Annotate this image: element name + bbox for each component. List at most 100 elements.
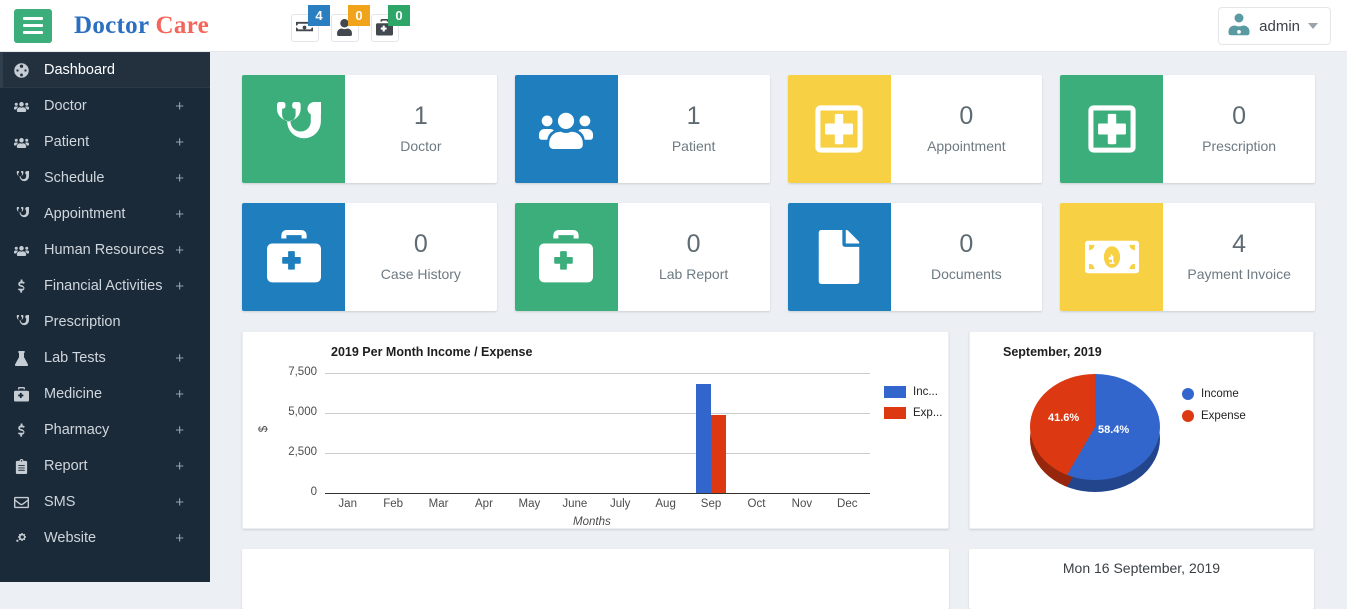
sidebar-expand-icon[interactable]: + (175, 279, 184, 294)
bar-chart-x-tick: May (507, 498, 551, 510)
badge-invoice[interactable]: 4 (291, 14, 319, 42)
menu-toggle-button[interactable] (14, 9, 52, 43)
badge-count-patient: 0 (348, 5, 370, 26)
sidebar-expand-icon[interactable]: + (175, 387, 184, 402)
stat-card-appointment[interactable]: 0Appointment (788, 75, 1043, 183)
users-icon (14, 243, 38, 258)
legend-label: Income (1201, 388, 1239, 400)
hamburger-line (23, 31, 43, 34)
envelope-icon (14, 495, 38, 510)
sidebar-item-patient[interactable]: Patient+ (0, 124, 210, 160)
stat-card-count: 1 (687, 104, 701, 129)
sidebar-expand-icon[interactable]: + (175, 135, 184, 150)
income-expense-bar-chart-panel: 2019 Per Month Income / Expense $ Months… (242, 331, 949, 529)
bar-chart-x-tick: Nov (780, 498, 824, 510)
sidebar-expand-icon[interactable]: + (175, 423, 184, 438)
stat-card-patient[interactable]: 1Patient (515, 75, 770, 183)
stat-card-body: 1Doctor (345, 75, 497, 183)
sidebar-item-prescription[interactable]: Prescription (0, 304, 210, 340)
bar-chart-x-tick: Feb (371, 498, 415, 510)
pie-legend-item-income: Income (1182, 388, 1246, 400)
bar-chart-gridline (325, 453, 870, 454)
main-content: 1Doctor1Patient0Appointment0Prescription… (210, 52, 1347, 582)
bar-chart-x-tick: June (553, 498, 597, 510)
stethoscope-icon (242, 75, 345, 183)
user-name-label: admin (1259, 18, 1300, 35)
dollar-icon (14, 279, 38, 294)
sidebar-item-human-resources[interactable]: Human Resources+ (0, 232, 210, 268)
sidebar-expand-icon[interactable]: + (175, 495, 184, 510)
hamburger-line (23, 17, 43, 20)
sidebar-expand-icon[interactable]: + (175, 459, 184, 474)
stat-card-label: Prescription (1202, 138, 1276, 154)
bar-chart-axis-line (325, 493, 870, 494)
sidebar-item-label: Dashboard (44, 62, 115, 78)
stat-cards-row-1: 1Doctor1Patient0Appointment0Prescription (210, 52, 1347, 183)
bar-chart-y-tick: 7,500 (271, 366, 317, 378)
sidebar-expand-icon[interactable]: + (175, 531, 184, 546)
badge-medical-kit[interactable]: 0 (371, 14, 399, 42)
sidebar-expand-icon[interactable]: + (175, 171, 184, 186)
sidebar-expand-icon[interactable]: + (175, 99, 184, 114)
badge-count-medical: 0 (388, 5, 410, 26)
bar-chart-x-tick: July (598, 498, 642, 510)
stat-card-label: Documents (931, 266, 1002, 282)
pie-chart-title: September, 2019 (1003, 345, 1102, 359)
sidebar-item-label: Appointment (44, 206, 125, 222)
sidebar-item-medicine[interactable]: Medicine+ (0, 376, 210, 412)
sidebar-item-label: Pharmacy (44, 422, 109, 438)
stat-card-body: 0Case History (345, 203, 497, 311)
stat-card-label: Doctor (400, 138, 441, 154)
bar-chart-y-tick: 0 (271, 486, 317, 498)
sidebar-item-lab-tests[interactable]: Lab Tests+ (0, 340, 210, 376)
legend-dot (1182, 388, 1194, 400)
bar-chart-y-tick: 5,000 (271, 406, 317, 418)
sidebar-navigation: DashboardDoctor+Patient+Schedule+Appoint… (0, 52, 210, 582)
stat-card-documents[interactable]: 0Documents (788, 203, 1043, 311)
clipboard-icon (14, 459, 38, 474)
sidebar-item-sms[interactable]: SMS + (0, 484, 210, 520)
file-icon (788, 203, 891, 311)
sidebar-expand-icon[interactable]: + (175, 351, 184, 366)
sidebar-item-schedule[interactable]: Schedule+ (0, 160, 210, 196)
stat-card-prescription[interactable]: 0Prescription (1060, 75, 1315, 183)
users-icon (515, 75, 618, 183)
sidebar-expand-icon[interactable]: + (175, 207, 184, 222)
sidebar-item-financial-activities[interactable]: Financial Activities+ (0, 268, 210, 304)
stat-card-label: Lab Report (659, 266, 728, 282)
sidebar-item-label: Prescription (44, 314, 121, 330)
hamburger-line (23, 24, 43, 27)
sidebar-item-label: SMS (44, 494, 75, 510)
bar-chart-x-tick: Dec (825, 498, 869, 510)
chevron-down-icon[interactable] (1308, 23, 1318, 29)
sidebar-item-appointment[interactable]: Appointment + (0, 196, 210, 232)
legend-dot (1182, 410, 1194, 422)
stat-card-body: 0Appointment (891, 75, 1043, 183)
header-badge-group: 4 0 0 (291, 10, 399, 42)
pie-slice-label-income: 58.4% (1098, 424, 1129, 436)
bottom-left-panel (242, 549, 949, 609)
dollar-icon (14, 423, 38, 438)
bar-chart-title: 2019 Per Month Income / Expense (331, 345, 532, 359)
sidebar-item-doctor[interactable]: Doctor+ (0, 88, 210, 124)
bar-chart-x-tick: Sep (689, 498, 733, 510)
brand-logo[interactable]: Doctor Care (74, 12, 209, 40)
sidebar-item-dashboard[interactable]: Dashboard (0, 52, 210, 88)
sidebar-item-website[interactable]: Website+ (0, 520, 210, 556)
money-bill-icon (1060, 203, 1163, 311)
stat-card-payment-invoice[interactable]: 4Payment Invoice (1060, 203, 1315, 311)
bar-chart-x-tick: Apr (462, 498, 506, 510)
stat-card-doctor[interactable]: 1Doctor (242, 75, 497, 183)
stat-card-lab-report[interactable]: 0Lab Report (515, 203, 770, 311)
legend-label: Exp... (913, 407, 942, 419)
pie-chart-legend: IncomeExpense (1182, 388, 1246, 432)
stat-card-case-history[interactable]: 0Case History (242, 203, 497, 311)
charts-row: 2019 Per Month Income / Expense $ Months… (210, 311, 1347, 529)
badge-patient[interactable]: 0 (331, 14, 359, 42)
sidebar-item-report[interactable]: Report+ (0, 448, 210, 484)
sidebar-expand-icon[interactable]: + (175, 243, 184, 258)
stat-card-body: 1Patient (618, 75, 770, 183)
user-menu-button[interactable]: admin (1218, 7, 1331, 45)
legend-swatch (884, 407, 906, 419)
sidebar-item-pharmacy[interactable]: Pharmacy + (0, 412, 210, 448)
